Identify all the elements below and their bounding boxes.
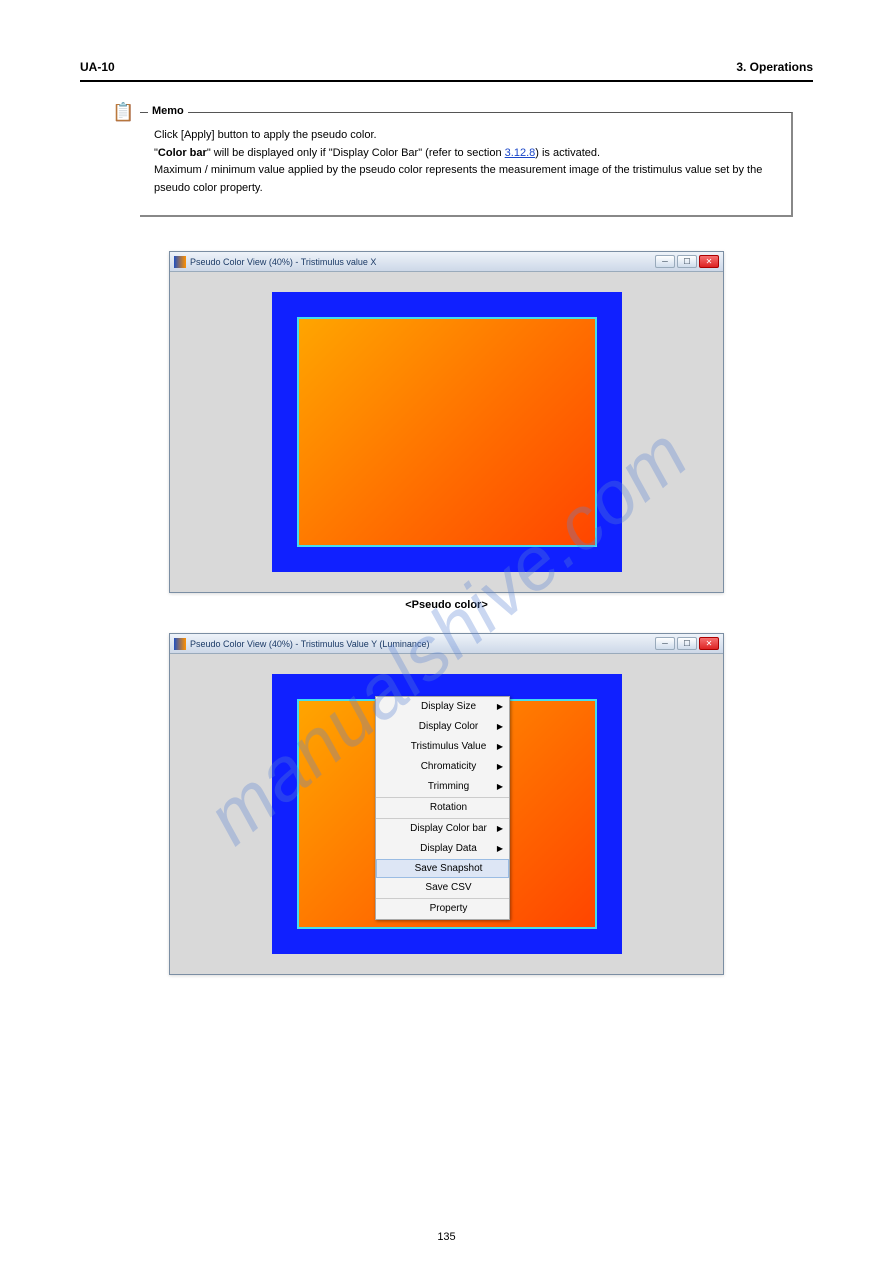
header-right: 3. Operations: [736, 60, 813, 74]
menu-item-display-color[interactable]: Display Color▶: [376, 717, 509, 737]
titlebar-2: Pseudo Color View (40%) - Tristimulus Va…: [170, 634, 723, 654]
close-button[interactable]: ✕: [699, 637, 719, 650]
memo-icon: 📋: [112, 102, 134, 123]
minimize-button[interactable]: ─: [655, 255, 675, 268]
pseudo-frame: [272, 292, 622, 572]
menu-item-display-data[interactable]: Display Data▶: [376, 839, 509, 859]
context-menu[interactable]: Display Size▶Display Color▶Tristimulus V…: [375, 696, 510, 920]
minimize-button[interactable]: ─: [655, 637, 675, 650]
menu-item-chromaticity[interactable]: Chromaticity▶: [376, 757, 509, 777]
titlebar-1: Pseudo Color View (40%) - Tristimulus va…: [170, 252, 723, 272]
memo-box: 📋 Memo Click [Apply] button to apply the…: [140, 112, 793, 217]
chevron-right-icon: ▶: [497, 702, 503, 711]
maximize-button[interactable]: ☐: [677, 255, 697, 268]
figure-2: Pseudo Color View (40%) - Tristimulus Va…: [80, 633, 813, 975]
header-left: UA-10: [80, 60, 115, 74]
menu-item-property[interactable]: Property: [376, 898, 509, 919]
window-pseudo-y: Pseudo Color View (40%) - Tristimulus Va…: [169, 633, 724, 975]
chevron-right-icon: ▶: [497, 742, 503, 751]
app-icon: [174, 638, 186, 650]
window-title-2: Pseudo Color View (40%) - Tristimulus Va…: [190, 639, 429, 649]
menu-item-save-snapshot[interactable]: Save Snapshot: [376, 859, 509, 878]
close-button[interactable]: ✕: [699, 255, 719, 268]
menu-item-tristimulus-value[interactable]: Tristimulus Value▶: [376, 737, 509, 757]
figure-1-caption: <Pseudo color>: [80, 599, 813, 611]
memo-bold: Color bar: [158, 147, 207, 159]
menu-item-save-csv[interactable]: Save CSV: [376, 878, 509, 898]
maximize-button[interactable]: ☐: [677, 637, 697, 650]
window-title-1: Pseudo Color View (40%) - Tristimulus va…: [190, 257, 376, 267]
canvas-1: [170, 272, 723, 592]
header-rule: UA-10 3. Operations: [80, 60, 813, 82]
chevron-right-icon: ▶: [497, 722, 503, 731]
chevron-right-icon: ▶: [497, 762, 503, 771]
chevron-right-icon: ▶: [497, 782, 503, 791]
memo-line1: Click [Apply] button to apply the pseudo…: [154, 127, 777, 145]
memo-line2: "Color bar" will be displayed only if "D…: [154, 145, 777, 163]
page-number: 135: [0, 1231, 893, 1243]
menu-item-display-size[interactable]: Display Size▶: [376, 697, 509, 717]
memo-ref-link[interactable]: 3.12.8: [505, 147, 536, 159]
memo-content: Click [Apply] button to apply the pseudo…: [140, 112, 793, 217]
menu-item-rotation[interactable]: Rotation: [376, 797, 509, 818]
memo-label: Memo: [148, 105, 188, 117]
window-pseudo-x: Pseudo Color View (40%) - Tristimulus va…: [169, 251, 724, 593]
canvas-2: Display Size▶Display Color▶Tristimulus V…: [170, 654, 723, 974]
memo-line3: Maximum / minimum value applied by the p…: [154, 162, 777, 197]
menu-item-trimming[interactable]: Trimming▶: [376, 777, 509, 797]
figure-1: Pseudo Color View (40%) - Tristimulus va…: [80, 251, 813, 611]
menu-item-display-color-bar[interactable]: Display Color bar▶: [376, 818, 509, 839]
chevron-right-icon: ▶: [497, 844, 503, 853]
pseudo-image: [297, 317, 597, 547]
chevron-right-icon: ▶: [497, 824, 503, 833]
app-icon: [174, 256, 186, 268]
